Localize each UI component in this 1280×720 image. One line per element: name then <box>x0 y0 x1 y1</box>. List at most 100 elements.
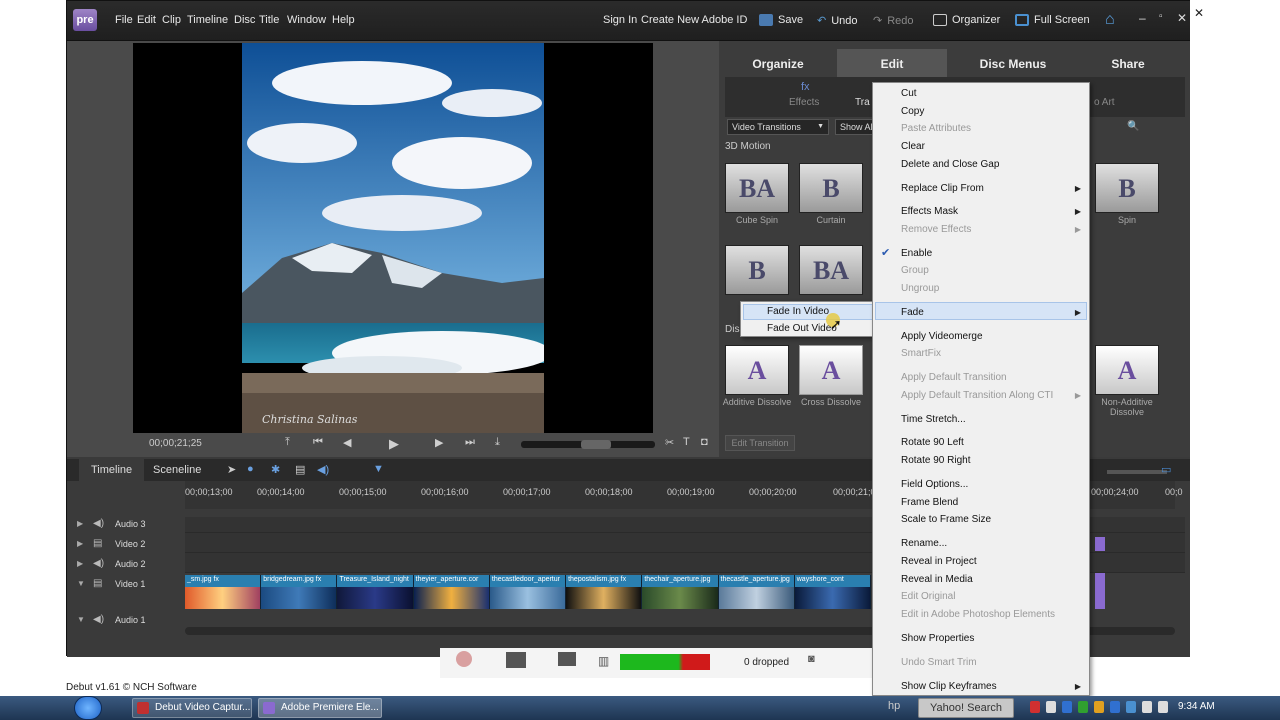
menu-item-undo-smart-trim[interactable]: Undo Smart Trim <box>901 657 977 668</box>
clip[interactable]: thepostalism.jpg fx <box>566 575 643 609</box>
edit-transition-button[interactable]: Edit Transition <box>725 435 795 451</box>
text-icon[interactable]: T <box>683 436 690 448</box>
rewind-icon[interactable]: ◀ <box>343 436 351 449</box>
speaker-icon[interactable]: ◀) <box>93 614 104 625</box>
fade-out-video-item[interactable]: Fade Out Video <box>767 323 837 334</box>
effects-icon[interactable]: fx <box>801 81 810 93</box>
network-icon[interactable] <box>1158 701 1168 713</box>
shuttle-slider[interactable] <box>521 440 655 449</box>
menu-clip[interactable]: Clip <box>162 14 181 26</box>
clip-fragment[interactable] <box>1095 573 1105 609</box>
menu-item-apply-default-transition-cti[interactable]: Apply Default Transition Along CTI <box>901 390 1053 401</box>
yahoo-search-box[interactable]: Yahoo! Search <box>918 698 1014 718</box>
menu-item-smartfix[interactable]: SmartFix <box>901 348 941 359</box>
collapse-icon[interactable]: ▼ <box>77 615 85 624</box>
audio-icon[interactable]: ◀) <box>317 463 329 476</box>
clip[interactable]: theyier_aperture.cor <box>413 575 490 609</box>
menu-item-remove-effects[interactable]: Remove Effects <box>901 224 971 235</box>
start-button[interactable] <box>74 696 102 720</box>
close-icon[interactable]: ✕ <box>1194 6 1204 20</box>
menu-file[interactable]: File <box>115 14 133 26</box>
snapshot-icon[interactable]: ◘ <box>701 436 708 448</box>
stop-icon[interactable] <box>558 652 576 666</box>
clock[interactable]: 9:34 AM <box>1178 701 1215 712</box>
clip[interactable]: wayshore_cont <box>794 575 871 609</box>
selection-tool-icon[interactable]: ➤ <box>227 463 236 476</box>
camera-icon[interactable]: ◙ <box>808 653 815 665</box>
menu-item-reveal-media[interactable]: Reveal in Media <box>901 574 973 585</box>
menu-item-enable[interactable]: Enable <box>901 248 932 259</box>
tab-organize[interactable]: Organize <box>725 49 831 79</box>
film-icon[interactable]: ▤ <box>93 578 102 589</box>
menu-item-apply-default-transition[interactable]: Apply Default Transition <box>901 372 1007 383</box>
menu-item-apply-videomerge[interactable]: Apply Videomerge <box>901 331 983 342</box>
menu-item-copy[interactable]: Copy <box>901 106 924 117</box>
close-button[interactable]: ✕ <box>1177 11 1187 25</box>
menu-window[interactable]: Window <box>287 14 326 26</box>
menu-item-fade[interactable]: Fade <box>901 307 924 318</box>
clip[interactable]: Treasure_Island_night <box>337 575 414 609</box>
thumb-flip-over[interactable]: BA <box>799 245 863 295</box>
show-dropdown[interactable]: Show Al <box>835 119 875 135</box>
menu-item-show-keyframes[interactable]: Show Clip Keyframes <box>901 681 997 692</box>
collapse-icon[interactable]: ▼ <box>77 579 85 588</box>
tray-icon[interactable] <box>1046 701 1056 713</box>
menu-help[interactable]: Help <box>332 14 355 26</box>
clip[interactable]: thecastledoor_apertur <box>489 575 567 609</box>
redo-button[interactable]: ↷ Redo <box>873 14 914 28</box>
thumb-cross-dissolve[interactable]: A <box>799 345 863 395</box>
expand-icon[interactable]: ▶ <box>77 539 83 548</box>
thumb-cube-spin[interactable]: BA <box>725 163 789 213</box>
sign-in-link[interactable]: Sign In <box>603 14 637 26</box>
menu-item-reveal-project[interactable]: Reveal in Project <box>901 556 977 567</box>
save-button[interactable]: Save <box>759 14 803 26</box>
zoom-in-icon[interactable]: ▭ <box>1161 463 1171 476</box>
step-back-icon[interactable]: ⏮ <box>313 436 323 449</box>
thumb-curtain[interactable]: B <box>799 163 863 213</box>
speaker-icon[interactable]: ◀) <box>93 518 104 529</box>
menu-disc[interactable]: Disc <box>234 14 255 26</box>
menu-item-field-options[interactable]: Field Options... <box>901 479 968 490</box>
tab-timeline[interactable]: Timeline <box>79 459 145 481</box>
transitions-dropdown[interactable]: Video Transitions ▼ <box>727 119 829 135</box>
thumb-fold-away[interactable]: B <box>725 245 789 295</box>
menu-title[interactable]: Title <box>259 14 279 26</box>
menu-item-scale-to-frame[interactable]: Scale to Frame Size <box>901 514 991 525</box>
shuttle-knob[interactable] <box>581 440 611 449</box>
marker-icon[interactable]: ▼ <box>373 463 384 475</box>
speaker-icon[interactable]: ◀) <box>93 558 104 569</box>
pause-icon[interactable] <box>506 652 526 668</box>
zoom-slider[interactable] <box>1107 470 1167 474</box>
tab-share[interactable]: Share <box>1073 49 1183 79</box>
expand-icon[interactable]: ▶ <box>77 559 83 568</box>
transitions-label[interactable]: Tra <box>855 97 870 108</box>
task-debut[interactable]: Debut Video Captur... <box>132 698 252 718</box>
organizer-button[interactable]: Organizer <box>933 14 1000 26</box>
step-forward-icon[interactable]: ⏭ <box>465 436 475 449</box>
mark-out-icon[interactable]: ⤓ <box>495 436 500 449</box>
clip[interactable]: bridgedream.jpg fx <box>261 575 338 609</box>
menu-item-delete-close-gap[interactable]: Delete and Close Gap <box>901 159 999 170</box>
tab-edit[interactable]: Edit <box>837 49 947 79</box>
track-video-1[interactable]: _sm.jpg fx bridgedream.jpg fx Treasure_I… <box>185 575 871 609</box>
menu-edit[interactable]: Edit <box>137 14 156 26</box>
tray-icon[interactable] <box>1078 701 1088 713</box>
search-icon[interactable]: 🔍 <box>1127 121 1139 132</box>
volume-icon[interactable] <box>1142 701 1152 713</box>
menu-item-paste-attributes[interactable]: Paste Attributes <box>901 123 971 134</box>
thumb-spin[interactable]: B <box>1095 163 1159 213</box>
mark-in-icon[interactable]: ⤒ <box>285 436 290 449</box>
menu-item-clear[interactable]: Clear <box>901 141 925 152</box>
tray-icon[interactable] <box>1030 701 1040 713</box>
menu-item-group[interactable]: Group <box>901 265 929 276</box>
expand-icon[interactable]: ▶ <box>77 519 83 528</box>
play-icon[interactable]: ▶ <box>389 436 399 452</box>
thumb-non-additive-dissolve[interactable]: A <box>1095 345 1159 395</box>
clip[interactable]: _sm.jpg fx <box>185 575 262 609</box>
clip[interactable]: thecastle_aperture.jpg <box>718 575 795 609</box>
menu-item-edit-photoshop[interactable]: Edit in Adobe Photoshop Elements <box>901 609 1055 620</box>
menu-item-frame-blend[interactable]: Frame Blend <box>901 497 958 508</box>
tray-icon[interactable] <box>1094 701 1104 713</box>
clip-fragment[interactable] <box>1095 537 1105 551</box>
clip[interactable]: thechair_aperture.jpg <box>642 575 719 609</box>
